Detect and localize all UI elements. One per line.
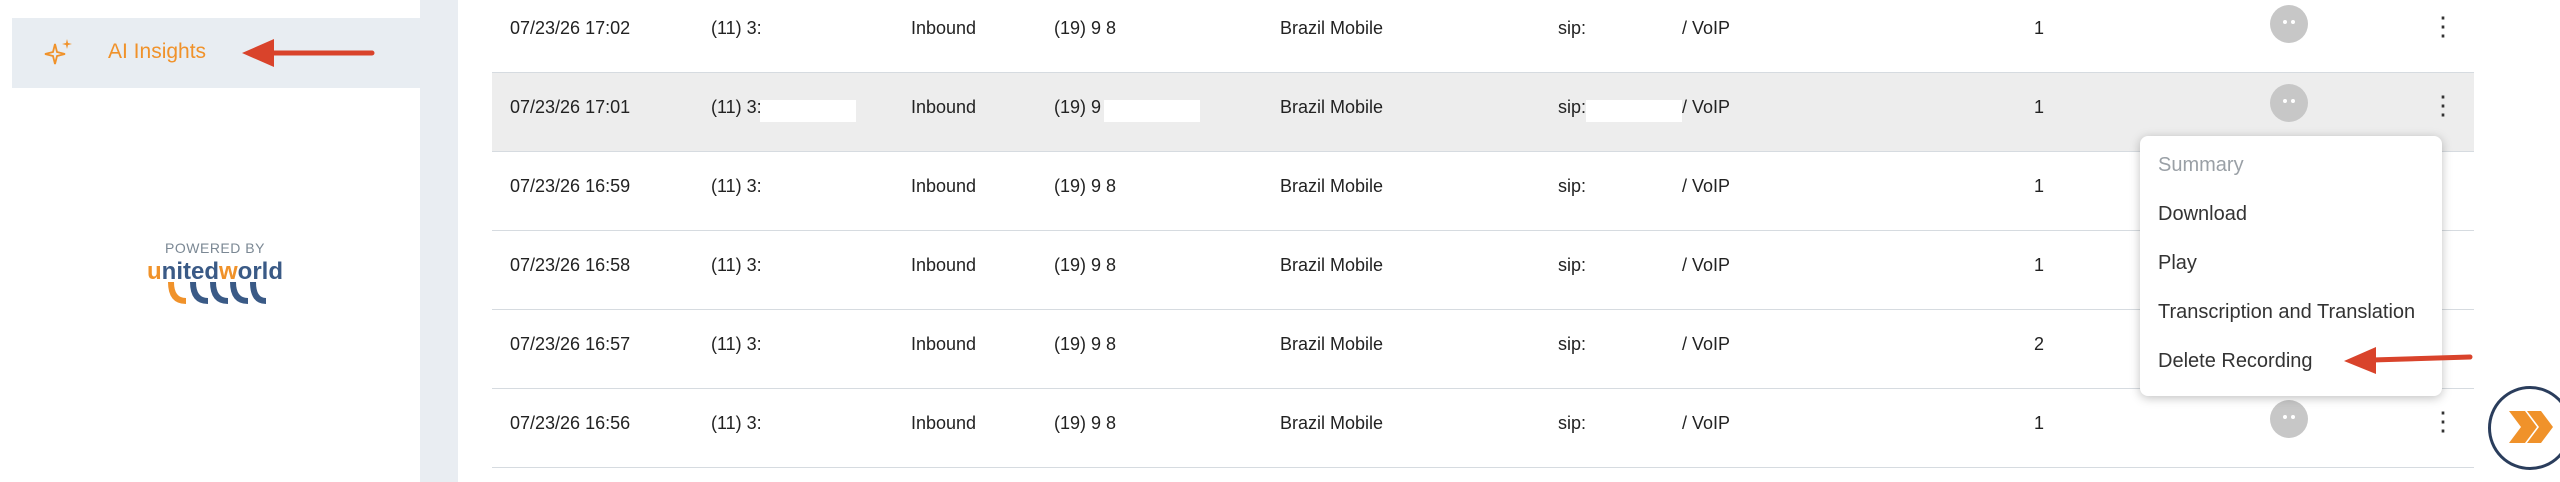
cell-from: (11) 3:: [711, 176, 762, 196]
cell-count: 1: [2034, 18, 2045, 38]
cell-direction: Inbound: [911, 334, 977, 354]
cell-sip: sip:: [1558, 18, 1587, 38]
floating-action-button[interactable]: [2488, 386, 2560, 470]
cell-direction: Inbound: [911, 18, 977, 38]
menu-item-play[interactable]: Play: [2158, 252, 2197, 275]
redaction-box: [1104, 100, 1200, 122]
cell-count: 1: [2034, 413, 2045, 433]
kebab-menu-icon[interactable]: ⋮: [2430, 12, 2456, 40]
cell-carrier: Brazil Mobile: [1280, 334, 1384, 354]
cell-date: 07/23/26 17:01: [510, 97, 631, 117]
menu-item-download[interactable]: Download: [2158, 203, 2247, 226]
cell-date: 07/23/26 17:02: [510, 18, 631, 38]
cell-to: (19) 9 8: [1054, 18, 1117, 38]
annotation-arrow-icon: [2344, 347, 2473, 374]
kebab-menu-icon[interactable]: ⋮: [2430, 91, 2456, 119]
cell-sip: sip:: [1558, 97, 1587, 117]
redaction-box: [760, 100, 856, 122]
cell-from: (11) 3:: [711, 18, 762, 38]
table-row[interactable]: 07/23/26 17:02 (11) 3: Inbound (19) 9 8 …: [492, 0, 2474, 73]
cell-count: 1: [2034, 97, 2045, 117]
cell-date: 07/23/26 16:56: [510, 413, 631, 433]
avatar-icon[interactable]: [2270, 5, 2308, 43]
logo-u: u: [147, 258, 162, 285]
cell-direction: Inbound: [911, 255, 977, 275]
cell-to: (19) 9 8: [1054, 334, 1117, 354]
cell-from: (11) 3:: [711, 334, 762, 354]
logo-nited: nited: [161, 258, 219, 285]
cell-count: 1: [2034, 176, 2045, 196]
cell-sip: sip:: [1558, 255, 1587, 275]
logo-stripes-icon: [168, 282, 266, 304]
sparkle-icon: [44, 39, 72, 65]
content-gutter: [420, 0, 458, 482]
cell-sip: sip:: [1558, 413, 1587, 433]
powered-by-text: POWERED BY: [165, 240, 265, 256]
sidebar-item-label: AI Insights: [108, 40, 207, 63]
cell-direction: Inbound: [911, 176, 977, 196]
cell-carrier: Brazil Mobile: [1280, 18, 1384, 38]
cell-to: (19) 9 8: [1054, 413, 1117, 433]
cell-to: (19) 9 8: [1054, 255, 1117, 275]
annotation-arrow-icon: [242, 39, 375, 67]
cell-sip: sip:: [1558, 176, 1587, 196]
redaction-box: [1586, 100, 1682, 122]
cell-sip: sip:: [1558, 334, 1587, 354]
cell-carrier: Brazil Mobile: [1280, 413, 1384, 433]
cell-count: 2: [2034, 334, 2045, 354]
cell-count: 1: [2034, 255, 2045, 275]
table-row[interactable]: 07/23/26 16:56 (11) 3: Inbound (19) 9 8 …: [492, 389, 2474, 468]
cell-date: 07/23/26 16:59: [510, 176, 631, 196]
cell-direction: Inbound: [911, 97, 977, 117]
cell-type: / VoIP: [1682, 255, 1731, 275]
menu-item-summary: Summary: [2158, 154, 2244, 176]
menu-item-delete-recording[interactable]: Delete Recording: [2158, 350, 2313, 373]
cell-type: / VoIP: [1682, 334, 1731, 354]
cell-from: (11) 3:: [711, 255, 762, 275]
avatar-icon[interactable]: [2270, 400, 2308, 438]
sidebar: AI Insights POWERED BY unitedworld: [0, 0, 420, 482]
logo-orld: orld: [237, 258, 283, 285]
cell-from: (11) 3:: [711, 413, 762, 433]
cell-type: / VoIP: [1682, 176, 1731, 196]
logo-w: w: [219, 258, 238, 285]
cell-type: / VoIP: [1682, 413, 1731, 433]
cell-date: 07/23/26 16:57: [510, 334, 631, 354]
cell-carrier: Brazil Mobile: [1280, 255, 1384, 275]
cell-carrier: Brazil Mobile: [1280, 176, 1384, 196]
menu-item-transcription[interactable]: Transcription and Translation: [2158, 301, 2415, 324]
cell-direction: Inbound: [911, 413, 977, 433]
cell-from: (11) 3:: [711, 97, 762, 117]
avatar-icon[interactable]: [2270, 84, 2308, 122]
double-chevron-right-icon: [2509, 411, 2553, 443]
cell-to: (19) 9 8: [1054, 176, 1117, 196]
cell-type: / VoIP: [1682, 97, 1731, 117]
cell-type: / VoIP: [1682, 18, 1731, 38]
cell-date: 07/23/26 16:58: [510, 255, 631, 275]
powered-by-block: POWERED BY unitedworld: [130, 240, 300, 311]
kebab-menu-icon[interactable]: ⋮: [2430, 407, 2456, 435]
cell-carrier: Brazil Mobile: [1280, 97, 1384, 117]
